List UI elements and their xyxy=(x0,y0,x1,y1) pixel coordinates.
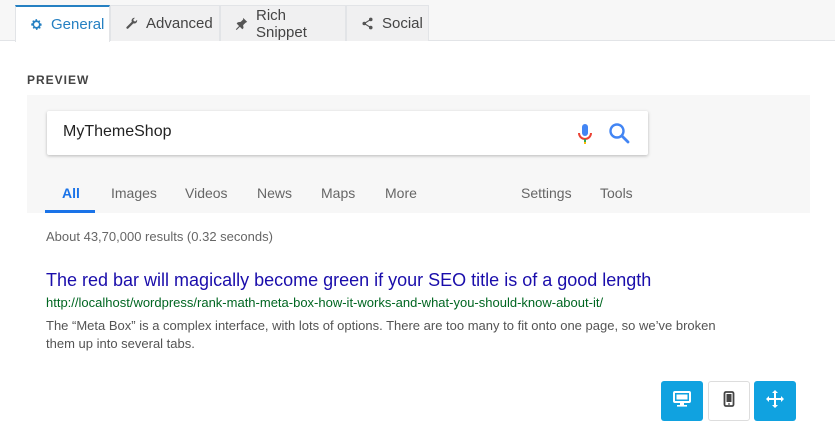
nav-images[interactable]: Images xyxy=(111,185,157,201)
tab-social[interactable]: Social xyxy=(346,5,429,41)
active-nav-underline xyxy=(45,210,95,213)
search-box[interactable]: MyThemeShop xyxy=(47,111,648,155)
nav-more[interactable]: More xyxy=(385,185,417,201)
expand-preview-button[interactable] xyxy=(754,381,796,421)
search-query: MyThemeShop xyxy=(63,123,172,140)
mobile-preview-button[interactable] xyxy=(708,381,750,421)
pin-icon xyxy=(235,17,248,31)
desktop-preview-button[interactable] xyxy=(661,381,703,421)
preview-heading: PREVIEW xyxy=(27,73,90,87)
tab-advanced[interactable]: Advanced xyxy=(110,5,220,41)
tab-rich-snippet[interactable]: Rich Snippet xyxy=(220,5,346,41)
expand-icon xyxy=(766,389,784,413)
mobile-icon xyxy=(723,390,735,412)
meta-box-tabs: General Advanced Rich Snippet Social xyxy=(0,0,835,42)
wrench-icon xyxy=(125,17,138,31)
nav-maps[interactable]: Maps xyxy=(321,185,355,201)
nav-all[interactable]: All xyxy=(62,185,80,201)
share-icon xyxy=(361,17,374,31)
tab-rich-snippet-label: Rich Snippet xyxy=(256,6,307,41)
gear-icon xyxy=(30,18,43,32)
microphone-icon[interactable] xyxy=(575,122,595,146)
result-description: The “Meta Box” is a complex interface, w… xyxy=(46,318,716,351)
nav-news[interactable]: News xyxy=(257,185,292,201)
nav-settings[interactable]: Settings xyxy=(521,185,572,201)
search-nav: All Images Videos News Maps More Setting… xyxy=(27,179,810,213)
result-title[interactable]: The red bar will magically become green … xyxy=(46,270,651,291)
nav-tools[interactable]: Tools xyxy=(600,185,633,201)
tab-general[interactable]: General xyxy=(15,5,110,42)
tab-social-label: Social xyxy=(382,15,423,32)
search-icon[interactable] xyxy=(608,122,630,144)
results-count: About 43,70,000 results (0.32 seconds) xyxy=(46,229,273,244)
tab-advanced-label: Advanced xyxy=(146,15,213,32)
tab-general-label: General xyxy=(51,16,105,33)
desktop-icon xyxy=(673,390,691,412)
nav-videos[interactable]: Videos xyxy=(185,185,228,201)
result-url: http://localhost/wordpress/rank-math-met… xyxy=(46,295,604,310)
serp-preview-header: MyThemeShop All Images Videos News Maps … xyxy=(27,95,810,213)
